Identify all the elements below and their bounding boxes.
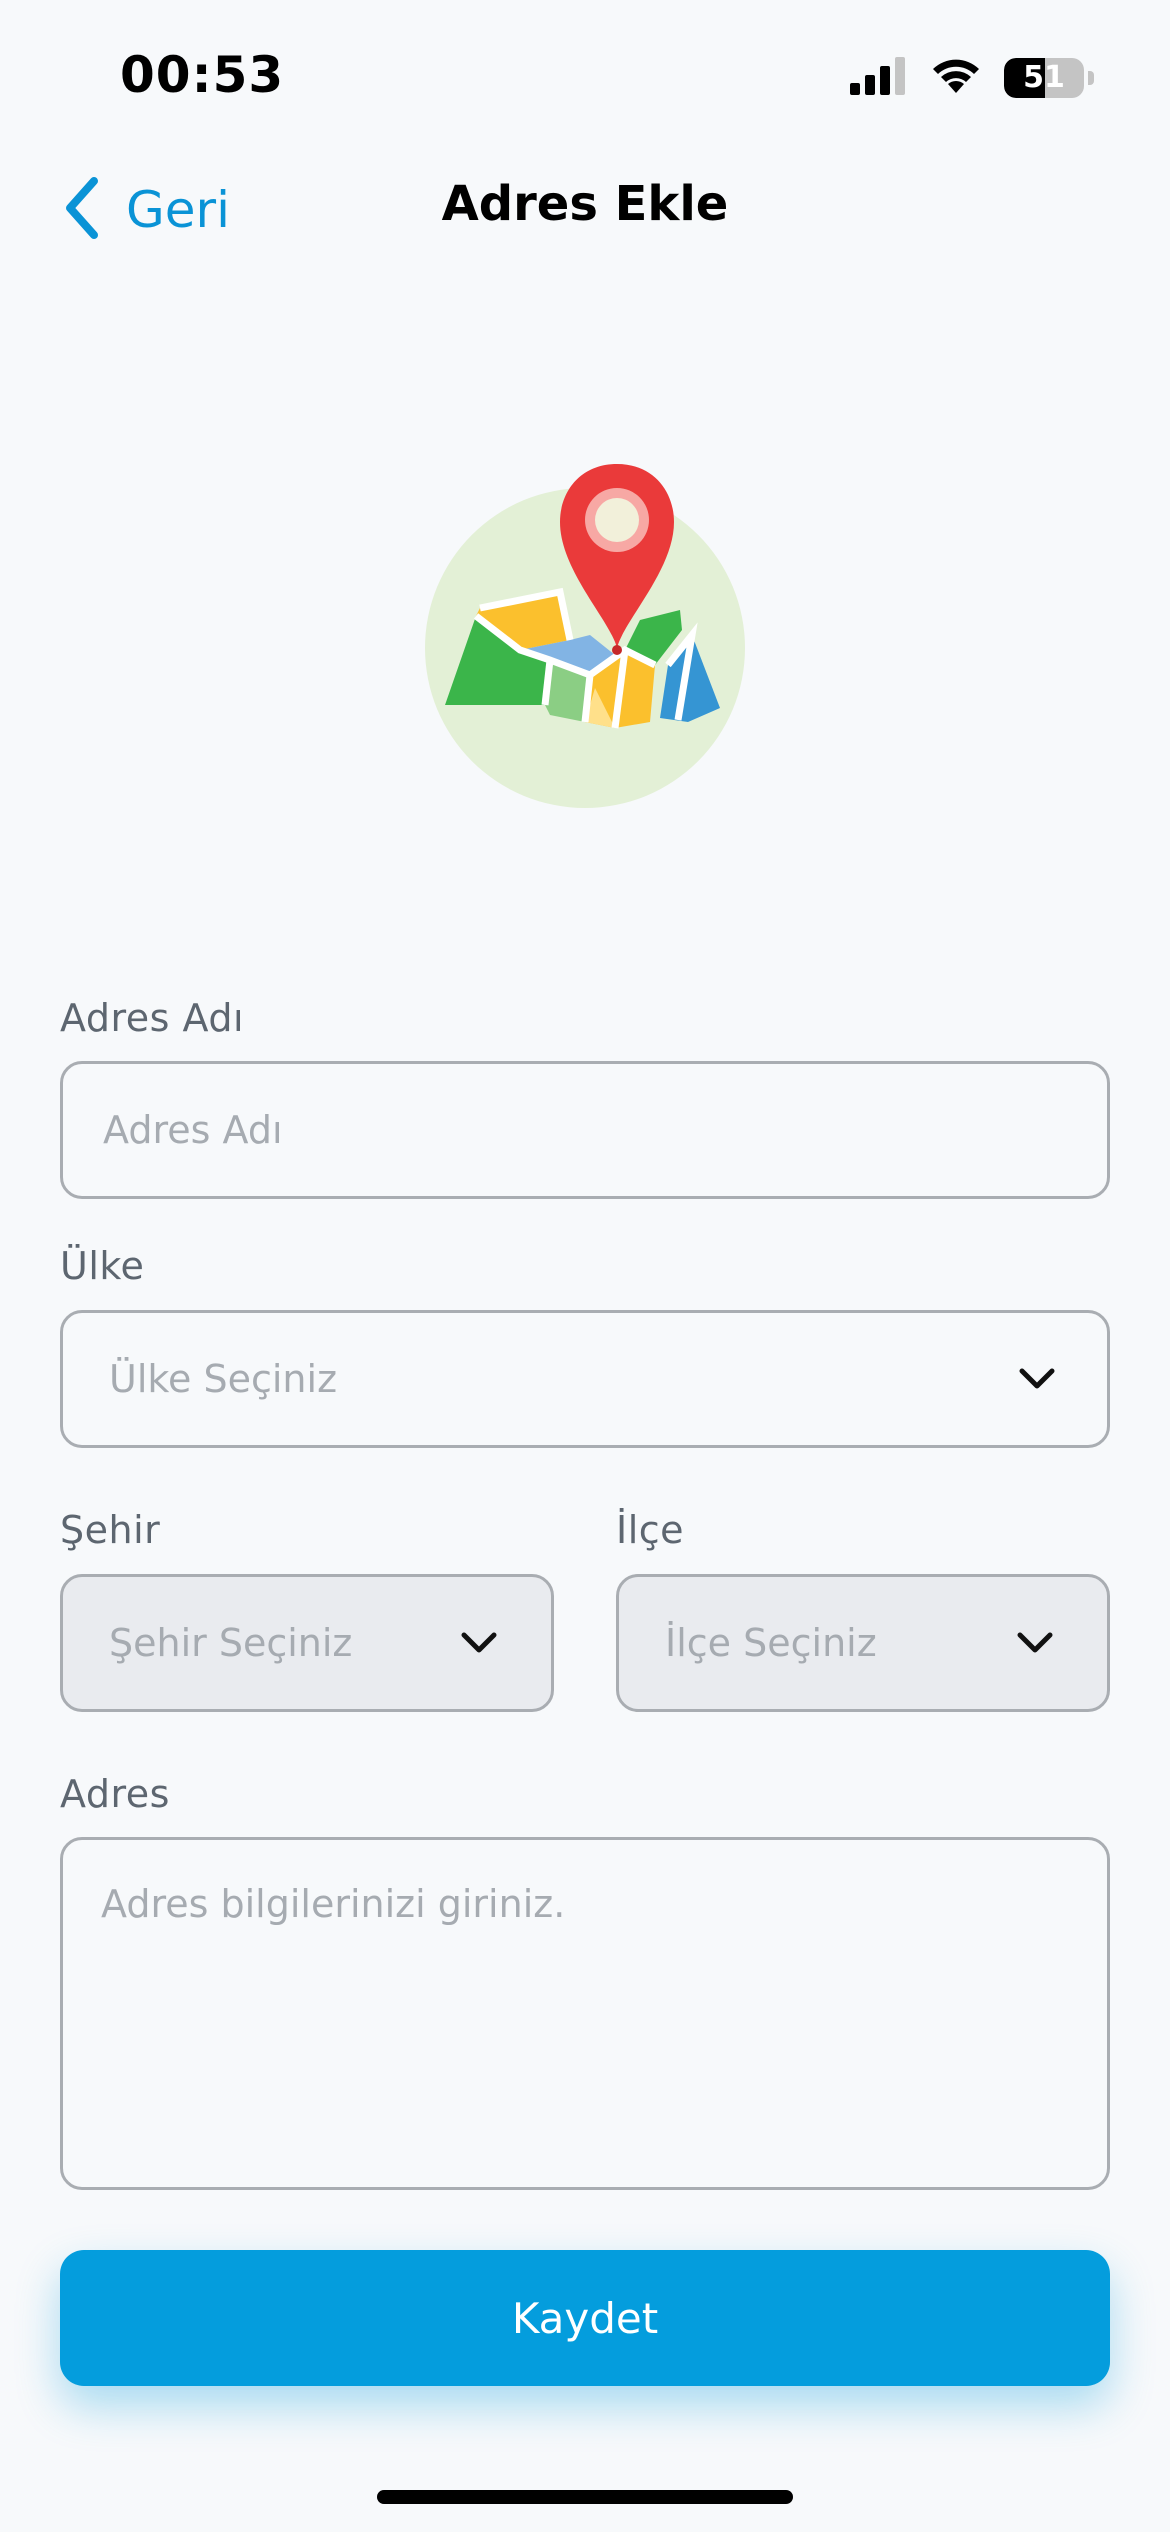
city-select-placeholder: Şehir Seçiniz <box>109 1621 353 1665</box>
home-indicator[interactable] <box>377 2490 793 2504</box>
district-select-placeholder: İlçe Seçiniz <box>665 1621 877 1665</box>
district-label: İlçe <box>616 1508 685 1552</box>
address-name-label: Adres Adı <box>60 996 244 1040</box>
chevron-down-icon <box>1017 1359 1057 1399</box>
save-button[interactable]: Kaydet <box>60 2250 1110 2386</box>
chevron-down-icon <box>1015 1623 1055 1663</box>
chevron-down-icon <box>459 1623 499 1663</box>
country-select-placeholder: Ülke Seçiniz <box>109 1357 338 1401</box>
page-title: Adres Ekle <box>441 176 729 232</box>
add-address-screen: 00:53 51 Geri Adres Ekle Adres Adı Adres… <box>0 0 1170 2532</box>
district-select[interactable]: İlçe Seçiniz <box>616 1574 1110 1712</box>
battery-cap <box>1088 71 1094 85</box>
cellular-signal-icon <box>850 57 908 99</box>
address-textarea[interactable] <box>60 1837 1110 2190</box>
city-label: Şehir <box>60 1508 161 1552</box>
address-name-input[interactable] <box>60 1061 1110 1199</box>
country-label: Ülke <box>60 1244 145 1288</box>
address-label: Adres <box>60 1772 170 1816</box>
status-time: 00:53 <box>120 46 285 104</box>
status-icons: 51 <box>850 56 1094 100</box>
city-select[interactable]: Şehir Seçiniz <box>60 1574 554 1712</box>
country-select[interactable]: Ülke Seçiniz <box>60 1310 1110 1448</box>
battery-icon: 51 <box>1004 58 1084 98</box>
battery-level: 51 <box>1023 60 1065 95</box>
map-pin-icon <box>420 460 750 820</box>
wifi-icon <box>930 57 982 99</box>
